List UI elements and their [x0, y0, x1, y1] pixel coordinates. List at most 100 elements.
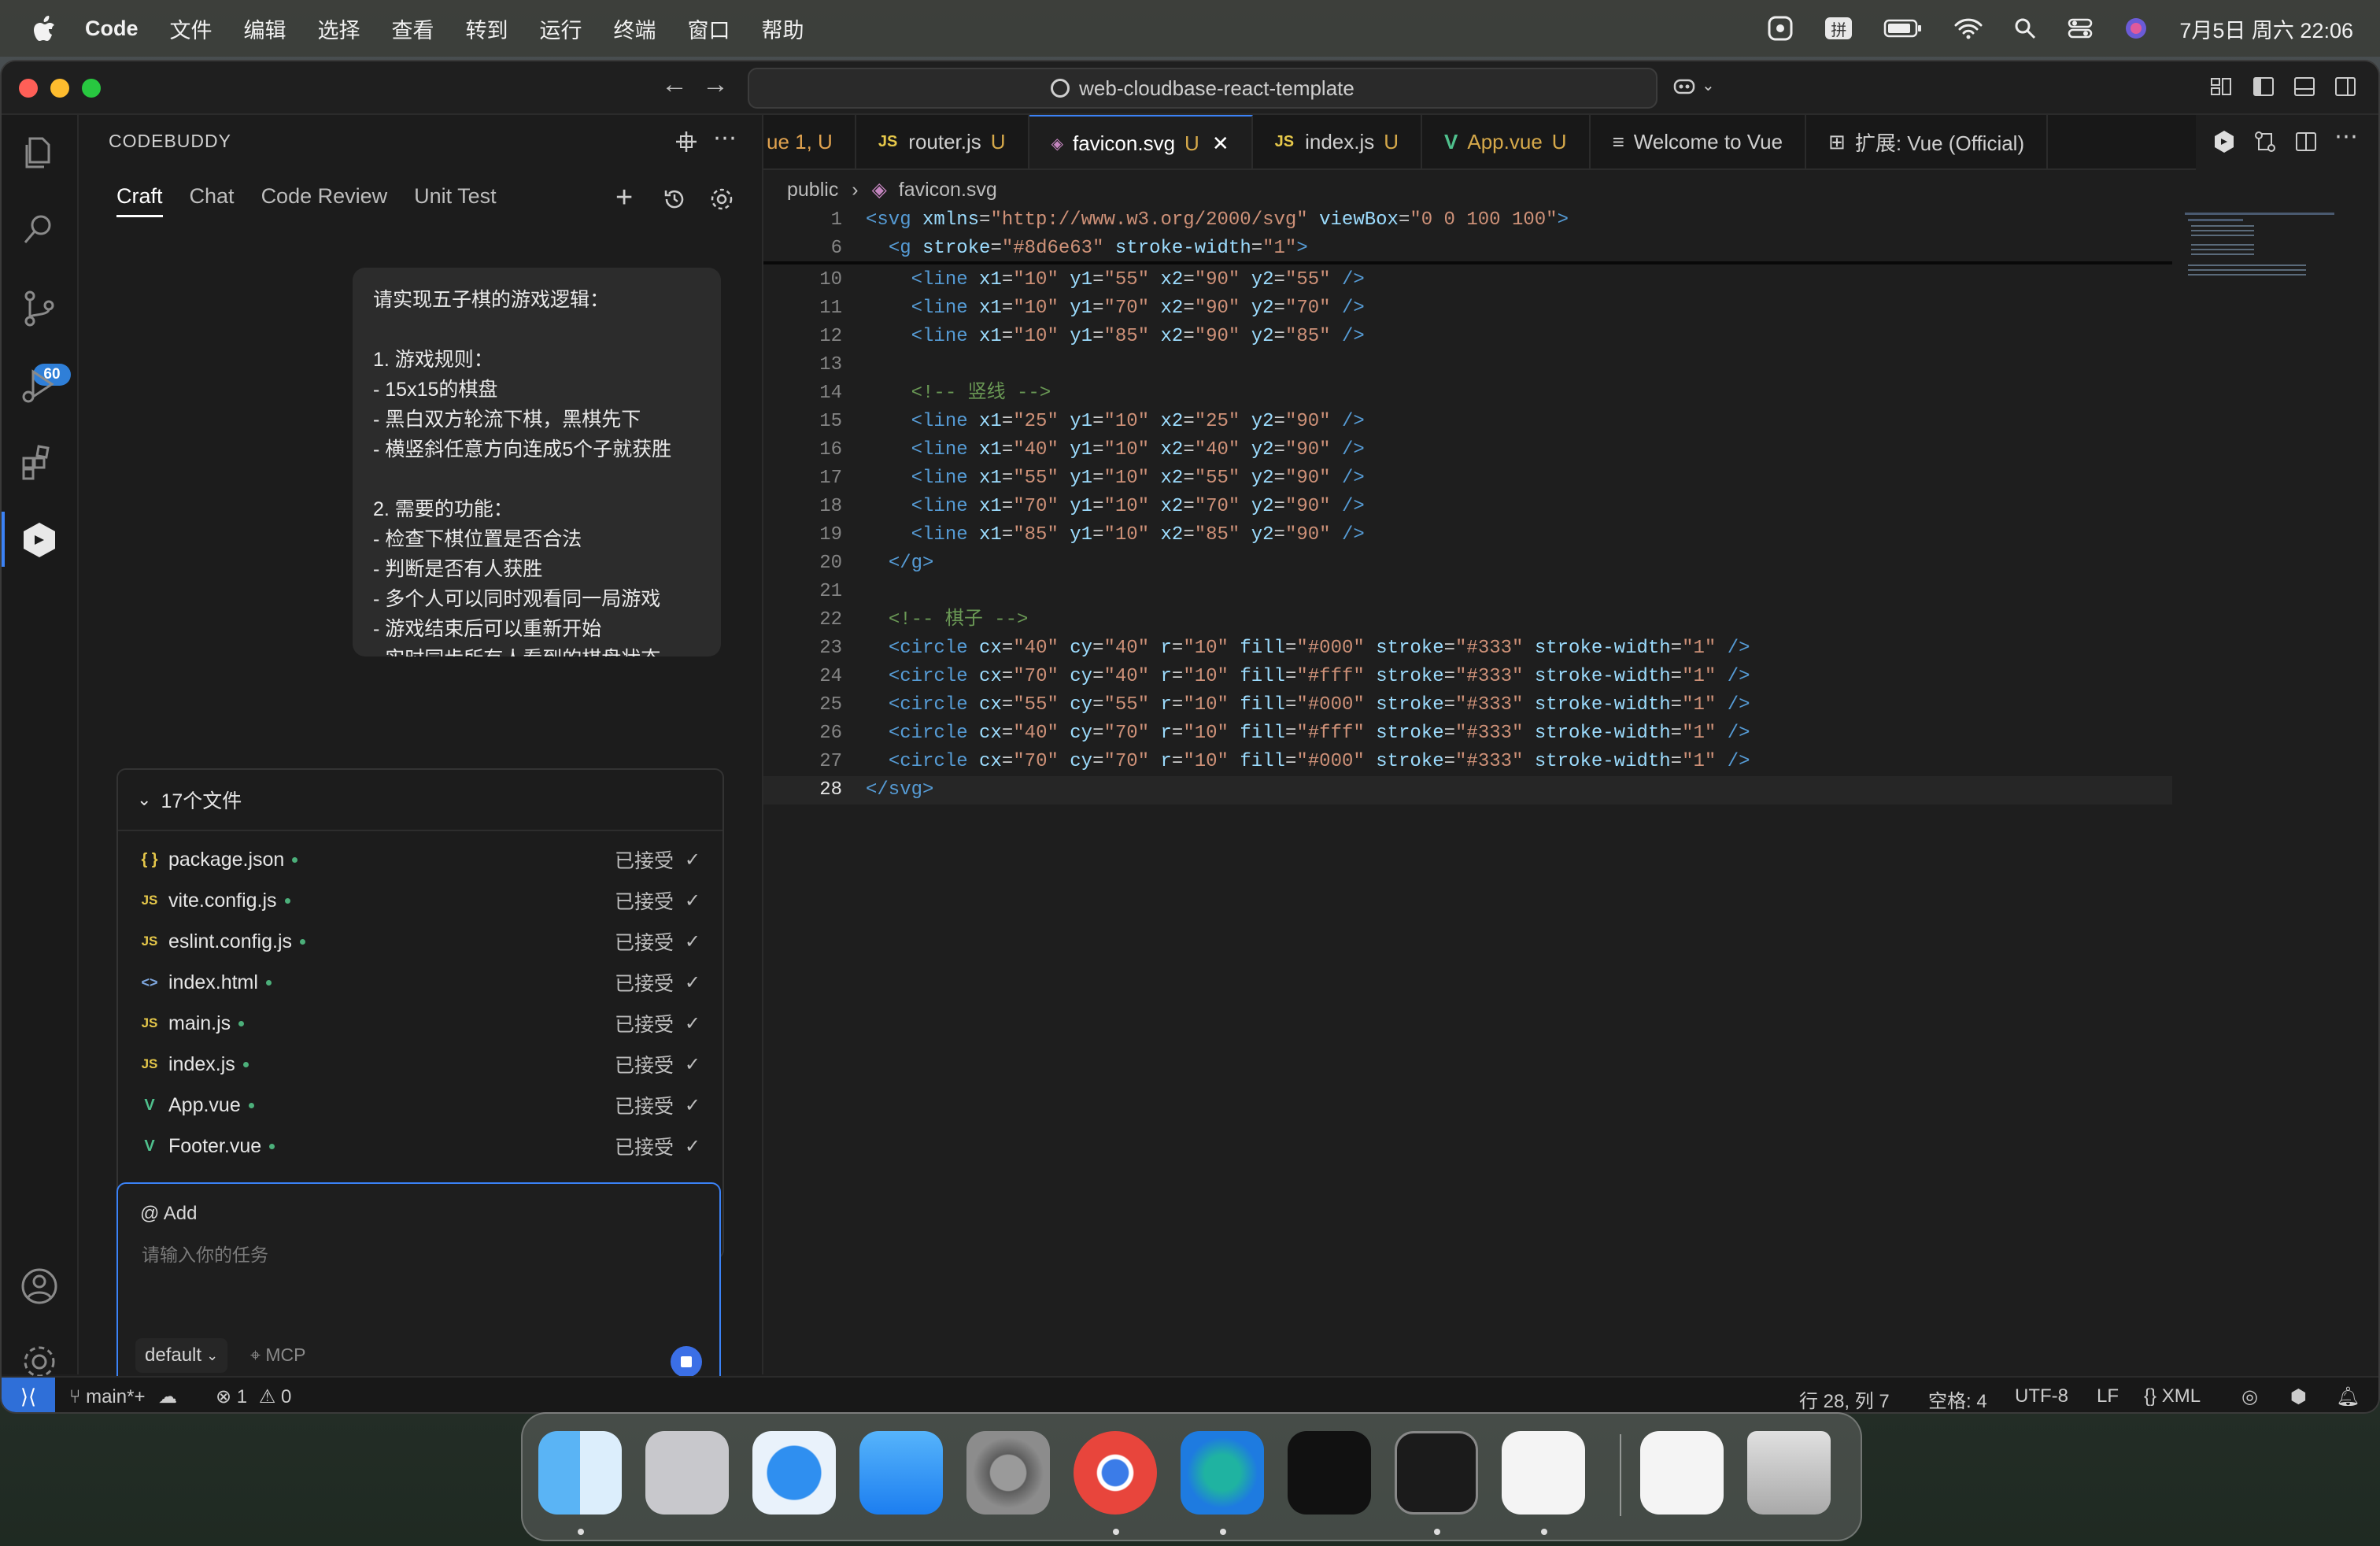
- code-line[interactable]: 27 <circle cx="70" cy="70" r="10" fill="…: [763, 748, 2172, 776]
- back-arrow-icon[interactable]: ←: [661, 69, 688, 100]
- settings-gear-icon[interactable]: [710, 187, 734, 211]
- tab-chat[interactable]: Chat: [190, 184, 235, 217]
- file-row[interactable]: V Footer.vue 已接受 ✓: [118, 1126, 722, 1167]
- toggle-secondary-sidebar-icon[interactable]: [2333, 74, 2358, 99]
- vscode-icon[interactable]: [1502, 1431, 1585, 1515]
- code-line[interactable]: 6 <g stroke="#8d6e63" stroke-width="1">: [763, 235, 2172, 263]
- stop-generation-button[interactable]: [671, 1346, 702, 1378]
- encoding[interactable]: UTF-8: [2015, 1385, 2068, 1407]
- task-input-box[interactable]: @ Add default ⌄ ⌖ MCP: [116, 1182, 721, 1392]
- code-line[interactable]: 21: [763, 578, 2172, 606]
- files-header[interactable]: ⌄ 17个文件: [118, 770, 722, 831]
- control-center-icon[interactable]: [2068, 17, 2093, 39]
- launchpad-icon[interactable]: [645, 1431, 729, 1515]
- split-editor-icon[interactable]: [2293, 129, 2319, 154]
- close-window-button[interactable]: [19, 79, 38, 98]
- remote-window-button[interactable]: ⟩⟨: [2, 1378, 55, 1412]
- spotlight-search-icon[interactable]: [2014, 17, 2036, 39]
- edge-icon[interactable]: [1181, 1431, 1264, 1515]
- codebuddy-icon[interactable]: [19, 520, 60, 560]
- extensions-icon[interactable]: [19, 442, 60, 483]
- toggle-panel-icon[interactable]: [2292, 74, 2317, 99]
- safari-icon[interactable]: [752, 1431, 836, 1515]
- code-line[interactable]: 15 <line x1="25" y1="10" x2="25" y2="90"…: [763, 408, 2172, 436]
- code-line[interactable]: 11 <line x1="10" y1="70" x2="90" y2="70"…: [763, 294, 2172, 323]
- explorer-icon[interactable]: [19, 132, 60, 173]
- menu-window[interactable]: 窗口: [688, 13, 730, 44]
- file-row[interactable]: V App.vue 已接受 ✓: [118, 1085, 722, 1126]
- tab-extension-vue[interactable]: ⊞ 扩展: Vue (Official): [1806, 115, 2049, 168]
- copilot-icon[interactable]: [1672, 74, 1697, 99]
- language-mode[interactable]: {} XML: [2144, 1385, 2201, 1407]
- code-line[interactable]: 23 <circle cx="40" cy="40" r="10" fill="…: [763, 634, 2172, 663]
- command-center-search[interactable]: web-cloudbase-react-template: [748, 68, 1658, 109]
- mail-icon[interactable]: [859, 1431, 943, 1515]
- code-line[interactable]: 12 <line x1="10" y1="85" x2="90" y2="85"…: [763, 323, 2172, 351]
- code-line[interactable]: 24 <circle cx="70" cy="40" r="10" fill="…: [763, 663, 2172, 691]
- mcp-button[interactable]: ⌖ MCP: [250, 1344, 305, 1366]
- terminal-icon[interactable]: [1395, 1431, 1478, 1515]
- cursor-position[interactable]: 行 28, 列 7: [1799, 1385, 1890, 1412]
- app-name-menu[interactable]: Code: [85, 17, 139, 41]
- code-line[interactable]: 16 <line x1="40" y1="10" x2="40" y2="90"…: [763, 436, 2172, 464]
- tab-code-review[interactable]: Code Review: [261, 184, 388, 217]
- file-row[interactable]: { } package.json 已接受 ✓: [118, 839, 722, 880]
- run-debug-icon[interactable]: [19, 365, 60, 406]
- compare-changes-icon[interactable]: [2252, 129, 2278, 154]
- breadcrumb-folder[interactable]: public: [787, 179, 838, 201]
- branch-status[interactable]: ⑂ main*+ ☁: [69, 1385, 177, 1408]
- menu-run[interactable]: 运行: [540, 13, 582, 44]
- chevron-down-icon[interactable]: ⌄: [1702, 76, 1715, 95]
- code-line[interactable]: 26 <circle cx="40" cy="70" r="10" fill="…: [763, 719, 2172, 748]
- new-chat-plus-icon[interactable]: +: [615, 181, 633, 215]
- tab-app-vue[interactable]: V App.vue U: [1422, 115, 1591, 168]
- menu-view[interactable]: 查看: [392, 13, 434, 44]
- siri-icon[interactable]: [2124, 17, 2148, 40]
- code-line[interactable]: 25 <circle cx="55" cy="55" r="10" fill="…: [763, 691, 2172, 719]
- chrome-icon[interactable]: [1074, 1431, 1157, 1515]
- code-line[interactable]: 22 <!-- 棋子 -->: [763, 606, 2172, 634]
- forward-arrow-icon[interactable]: →: [702, 69, 729, 100]
- tab-welcome-vue[interactable]: ≡ Welcome to Vue: [1591, 115, 1807, 168]
- menu-file[interactable]: 文件: [170, 13, 213, 44]
- copilot-status-icon[interactable]: ◎: [2241, 1385, 2258, 1408]
- file-row[interactable]: JS eslint.config.js 已接受 ✓: [118, 921, 722, 962]
- cursor-icon[interactable]: [1288, 1431, 1371, 1515]
- file-row[interactable]: JS index.js 已接受 ✓: [118, 1044, 722, 1085]
- minimize-window-button[interactable]: [50, 79, 69, 98]
- minimap[interactable]: [2185, 209, 2334, 304]
- menu-terminal[interactable]: 终端: [614, 13, 656, 44]
- notifications-bell-icon[interactable]: 🔔︎: [2336, 1385, 2360, 1408]
- close-icon[interactable]: ✕: [1212, 131, 1229, 156]
- add-context-button[interactable]: @ Add: [140, 1203, 197, 1225]
- tab-truncated[interactable]: ue 1, U: [763, 115, 856, 168]
- tab-favicon-svg[interactable]: ◈ favicon.svg U ✕: [1029, 115, 1253, 168]
- code-editor[interactable]: 1 <svg xmlns="http://www.w3.org/2000/svg"…: [763, 202, 2172, 989]
- more-actions-icon[interactable]: ⋯: [2334, 123, 2358, 150]
- code-line[interactable]: 28 </svg>: [763, 776, 2172, 804]
- breadcrumb-file[interactable]: favicon.svg: [899, 179, 997, 201]
- problems-status[interactable]: ⊗ 1 ⚠ 0: [216, 1385, 291, 1408]
- menu-go[interactable]: 转到: [466, 13, 508, 44]
- maximize-window-button[interactable]: [82, 79, 101, 98]
- code-line[interactable]: 18 <line x1="70" y1="10" x2="70" y2="90"…: [763, 493, 2172, 521]
- indentation[interactable]: 空格: 4: [1928, 1385, 1987, 1412]
- code-line[interactable]: 14 <!-- 竖线 -->: [763, 379, 2172, 408]
- battery-icon[interactable]: [1883, 17, 1923, 39]
- codebuddy-action-icon[interactable]: [2212, 129, 2237, 154]
- apple-logo-icon[interactable]: [33, 15, 57, 42]
- task-input[interactable]: [140, 1244, 694, 1267]
- code-line[interactable]: 20 </g>: [763, 549, 2172, 578]
- model-select[interactable]: default ⌄: [135, 1338, 228, 1373]
- tab-index-js[interactable]: JS index.js U: [1253, 115, 1423, 168]
- wifi-icon[interactable]: [1954, 17, 1983, 39]
- move-panel-icon[interactable]: [674, 129, 699, 154]
- code-line[interactable]: 13: [763, 351, 2172, 379]
- vscode-insiders-icon[interactable]: [1640, 1431, 1724, 1515]
- file-row[interactable]: <> index.html 已接受 ✓: [118, 962, 722, 1003]
- codebuddy-status-icon[interactable]: ⬢: [2290, 1385, 2307, 1408]
- toggle-primary-sidebar-icon[interactable]: [2251, 74, 2276, 99]
- code-line[interactable]: 19 <line x1="85" y1="10" x2="85" y2="90"…: [763, 521, 2172, 549]
- code-line[interactable]: 17 <line x1="55" y1="10" x2="55" y2="90"…: [763, 464, 2172, 493]
- menubar-clock[interactable]: 7月5日 周六 22:06: [2179, 13, 2353, 44]
